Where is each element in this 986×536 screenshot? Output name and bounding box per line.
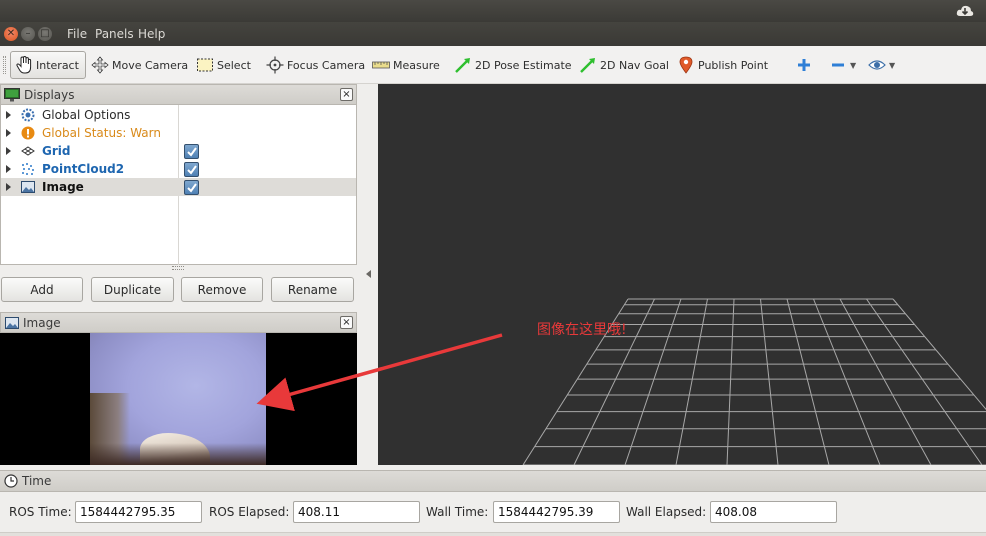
wall-elapsed-label: Wall Elapsed:: [626, 505, 707, 519]
annotation-text: 图像在这里哦!: [537, 322, 627, 338]
status-bar: [0, 532, 986, 536]
clock-icon: [4, 474, 18, 488]
ros-time-field[interactable]: 1584442795.35: [75, 501, 202, 523]
ros-elapsed-field[interactable]: 408.11: [293, 501, 420, 523]
time-panel-header: Time: [0, 470, 986, 492]
ros-elapsed-label: ROS Elapsed:: [209, 505, 290, 519]
wall-elapsed-field[interactable]: 408.08: [710, 501, 837, 523]
time-panel-title: Time: [22, 474, 52, 488]
annotation-arrow: [256, 333, 503, 412]
wall-time-label: Wall Time:: [426, 505, 489, 519]
wall-time-field[interactable]: 1584442795.39: [493, 501, 620, 523]
ros-time-label: ROS Time:: [9, 505, 72, 519]
